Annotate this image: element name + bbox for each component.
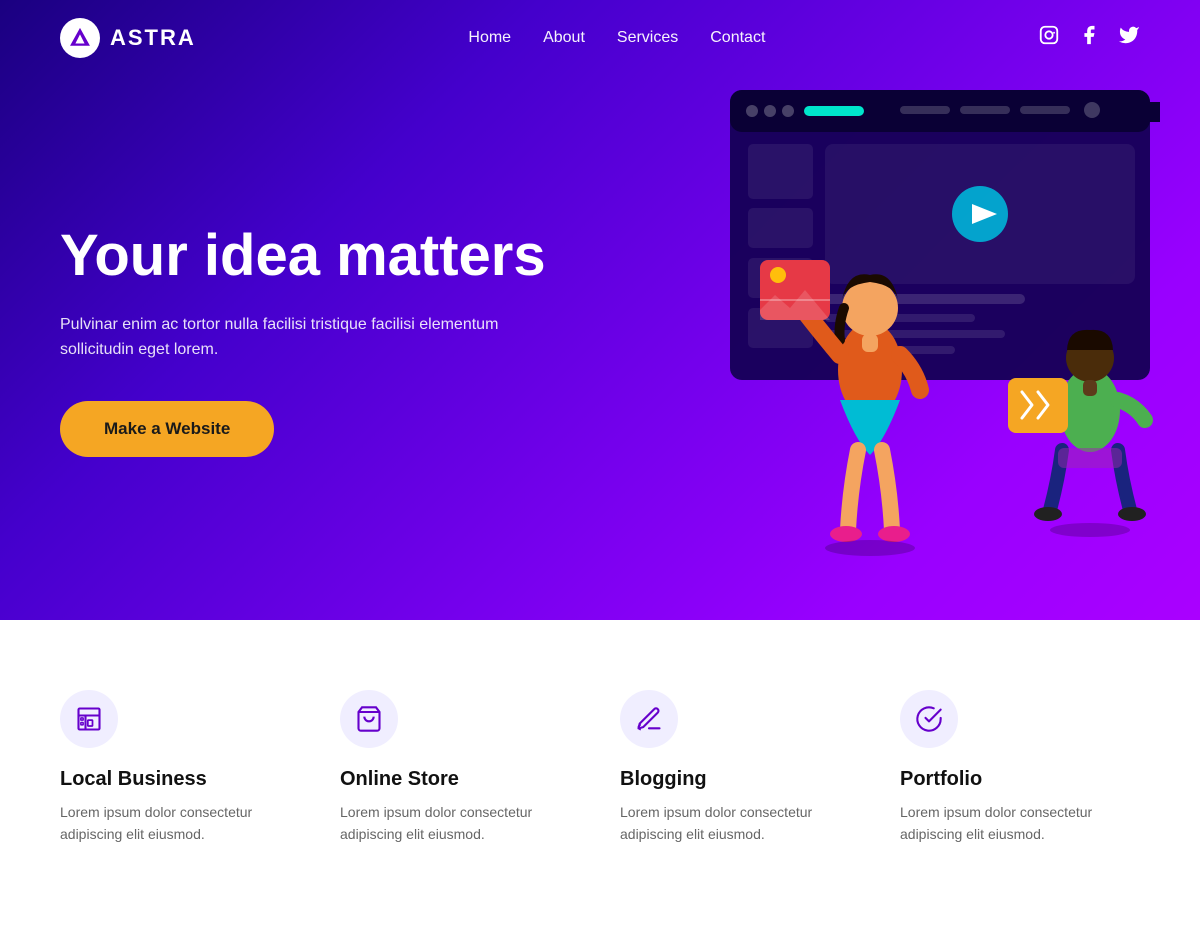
service-blogging: Blogging Lorem ipsum dolor consectetur a…	[620, 690, 860, 846]
nav-home[interactable]: Home	[468, 29, 511, 47]
hero-illustration	[600, 60, 1200, 560]
blogging-icon-wrap	[620, 690, 678, 748]
facebook-icon[interactable]	[1078, 24, 1100, 52]
nav-contact[interactable]: Contact	[710, 29, 765, 47]
portfolio-icon-wrap	[900, 690, 958, 748]
logo[interactable]: ASTRA	[60, 18, 196, 58]
service-local-business: Local Business Lorem ipsum dolor consect…	[60, 690, 300, 846]
services-section: Local Business Lorem ipsum dolor consect…	[0, 620, 1200, 926]
header: ASTRA Home About Services Contact	[0, 0, 1200, 76]
edit-icon	[635, 705, 663, 733]
blogging-title: Blogging	[620, 768, 860, 791]
nav-services[interactable]: Services	[617, 29, 678, 47]
brand-name: ASTRA	[110, 25, 196, 51]
main-nav: Home About Services Contact	[468, 29, 765, 47]
cta-button[interactable]: Make a Website	[60, 401, 274, 457]
portfolio-title: Portfolio	[900, 768, 1140, 791]
nav-about[interactable]: About	[543, 29, 585, 47]
logo-icon	[60, 18, 100, 58]
hero-title: Your idea matters	[60, 223, 560, 290]
service-online-store: Online Store Lorem ipsum dolor consectet…	[340, 690, 580, 846]
local-business-desc: Lorem ipsum dolor consectetur adipiscing…	[60, 801, 300, 846]
local-business-icon-wrap	[60, 690, 118, 748]
online-store-desc: Lorem ipsum dolor consectetur adipiscing…	[340, 801, 580, 846]
instagram-icon[interactable]	[1038, 24, 1060, 52]
twitter-icon[interactable]	[1118, 24, 1140, 52]
hero-section: Your idea matters Pulvinar enim ac torto…	[0, 0, 1200, 620]
online-store-title: Online Store	[340, 768, 580, 791]
bag-icon	[355, 705, 383, 733]
building-icon	[75, 705, 103, 733]
online-store-icon-wrap	[340, 690, 398, 748]
hero-subtitle: Pulvinar enim ac tortor nulla facilisi t…	[60, 312, 560, 363]
local-business-title: Local Business	[60, 768, 300, 791]
blogging-desc: Lorem ipsum dolor consectetur adipiscing…	[620, 801, 860, 846]
check-circle-icon	[915, 705, 943, 733]
portfolio-desc: Lorem ipsum dolor consectetur adipiscing…	[900, 801, 1140, 846]
social-links	[1038, 24, 1140, 52]
service-portfolio: Portfolio Lorem ipsum dolor consectetur …	[900, 690, 1140, 846]
hero-content: Your idea matters Pulvinar enim ac torto…	[60, 163, 560, 457]
